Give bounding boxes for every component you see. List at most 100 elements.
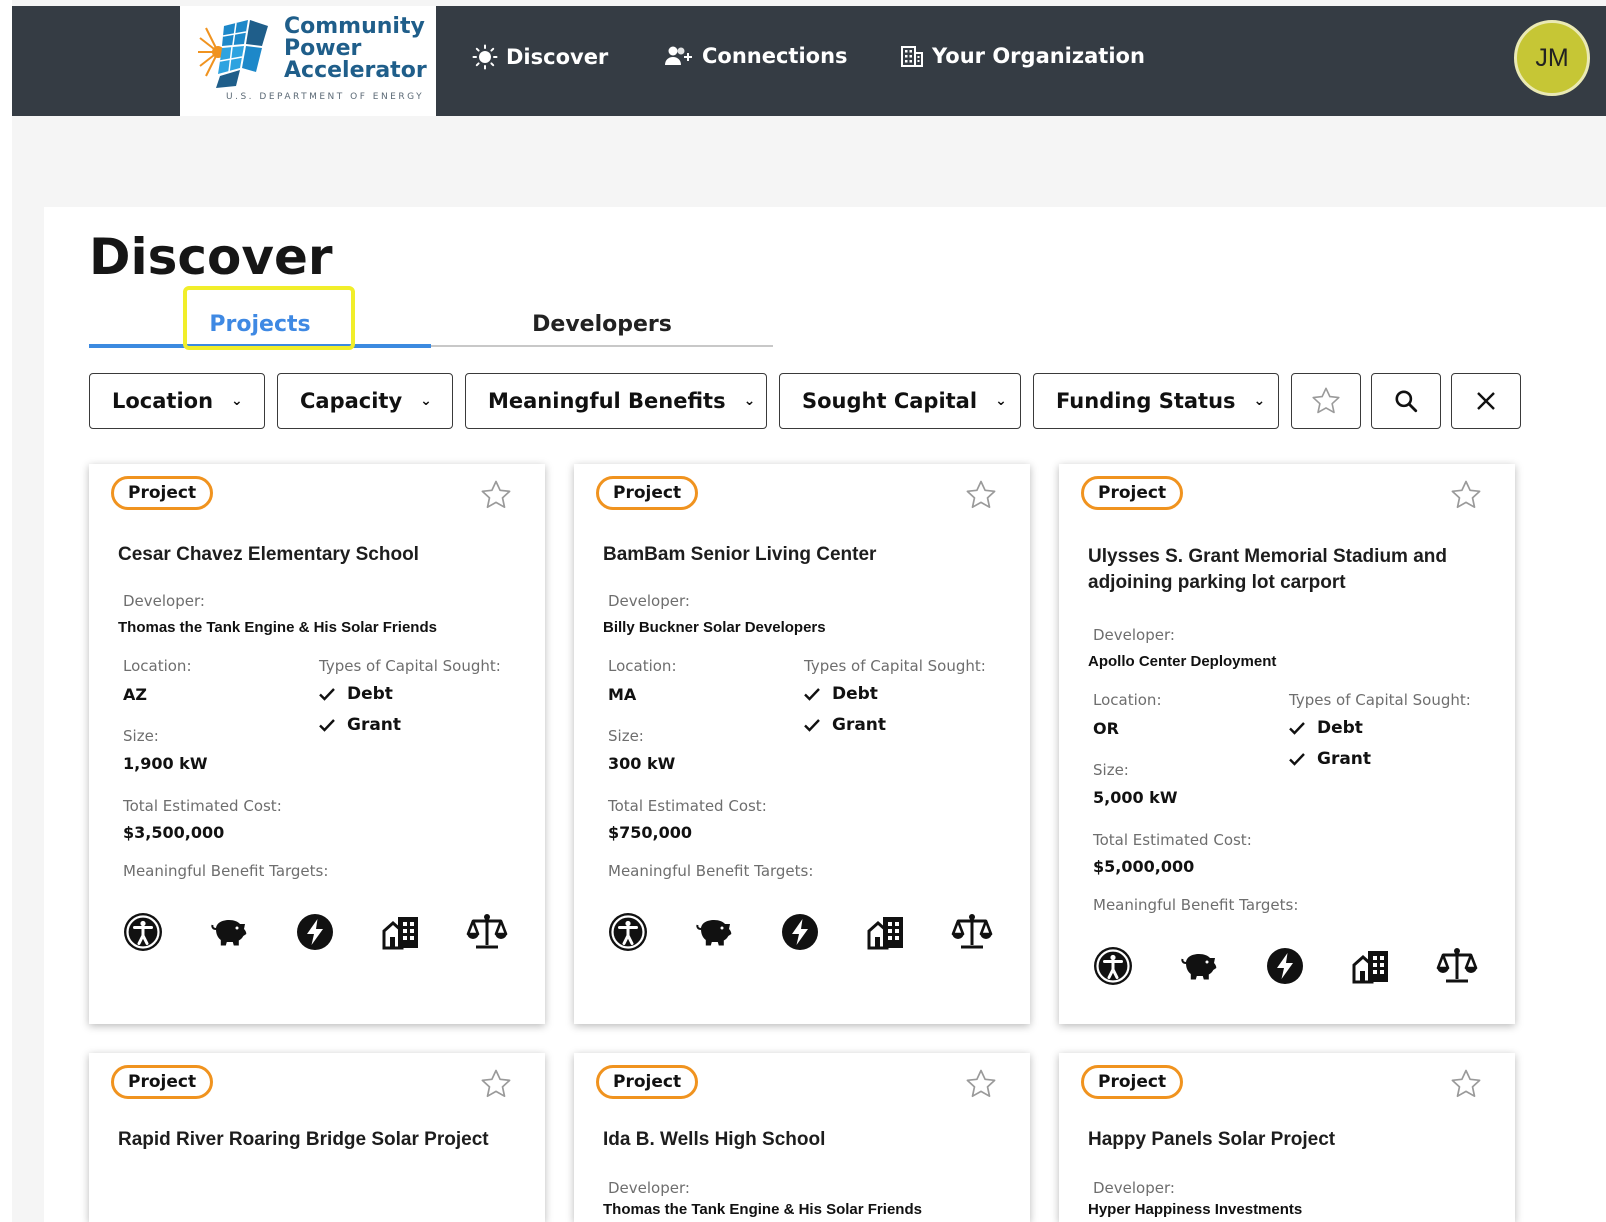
- project-badge: Project: [596, 1065, 699, 1099]
- capital-grant-label: Grant: [832, 715, 887, 735]
- piggy-bank-icon: [208, 911, 250, 953]
- favorite-star-icon[interactable]: [964, 478, 998, 512]
- nav-connections[interactable]: Connections: [664, 44, 848, 68]
- user-avatar[interactable]: JM: [1514, 20, 1590, 96]
- check-icon: [317, 715, 337, 735]
- developer-label: Developer:: [608, 1179, 690, 1197]
- project-card[interactable]: Project BamBam Senior Living Center Deve…: [574, 464, 1030, 1024]
- developer-name[interactable]: Billy Buckner Solar Developers: [603, 619, 826, 636]
- logo-line-3: Accelerator: [284, 58, 427, 83]
- favorite-star-icon[interactable]: [1449, 478, 1483, 512]
- community-building-icon: [865, 911, 907, 953]
- filter-meaningful-benefits[interactable]: Meaningful Benefits ⌄: [465, 373, 767, 429]
- logo-line-1: Community: [284, 14, 425, 39]
- favorite-star-icon[interactable]: [964, 1067, 998, 1101]
- capital-debt-label: Debt: [347, 684, 393, 704]
- check-icon: [802, 684, 822, 704]
- capital-types-label: Types of Capital Sought:: [319, 657, 501, 675]
- project-title-line-1: Ulysses S. Grant Memorial Stadium and: [1088, 546, 1447, 567]
- nav-discover-label: Discover: [506, 45, 609, 69]
- location-label: Location:: [608, 657, 677, 675]
- chevron-down-icon: ⌄: [420, 393, 432, 409]
- size-value: 5,000 kW: [1093, 788, 1178, 807]
- community-building-icon: [1350, 945, 1392, 987]
- nav-connections-label: Connections: [702, 44, 848, 68]
- justice-scale-icon: [1436, 945, 1478, 987]
- capital-types-label: Types of Capital Sought:: [1289, 691, 1471, 709]
- benefits-label: Meaningful Benefit Targets:: [123, 862, 329, 880]
- justice-scale-icon: [466, 911, 508, 953]
- project-card[interactable]: Project Cesar Chavez Elementary School D…: [89, 464, 545, 1024]
- capital-grant-label: Grant: [1317, 749, 1372, 769]
- capital-grant: Grant: [1287, 749, 1371, 769]
- filter-sought-capital-label: Sought Capital: [802, 389, 978, 413]
- developer-name[interactable]: Hyper Happiness Investments: [1088, 1201, 1302, 1218]
- favorite-star-icon[interactable]: [479, 1067, 513, 1101]
- benefit-icons: [1092, 945, 1478, 987]
- project-title[interactable]: Rapid River Roaring Bridge Solar Project: [118, 1127, 489, 1153]
- energy-bolt-icon: [1264, 945, 1306, 987]
- energy-bolt-icon: [294, 911, 336, 953]
- project-card[interactable]: Project Ulysses S. Grant Memorial Stadiu…: [1059, 464, 1515, 1024]
- developer-label: Developer:: [608, 592, 690, 610]
- favorite-star-icon[interactable]: [479, 478, 513, 512]
- community-power-accelerator-logo[interactable]: Community Power Accelerator U.S. DEPARTM…: [180, 6, 436, 116]
- project-card[interactable]: Project Rapid River Roaring Bridge Solar…: [89, 1053, 545, 1222]
- cost-label: Total Estimated Cost:: [123, 797, 282, 815]
- project-title-line-2: adjoining parking lot carport: [1088, 572, 1346, 593]
- search-button[interactable]: [1371, 373, 1441, 429]
- filter-capacity[interactable]: Capacity ⌄: [277, 373, 453, 429]
- filter-sought-capital[interactable]: Sought Capital ⌄: [779, 373, 1021, 429]
- check-icon: [317, 684, 337, 704]
- project-title[interactable]: Happy Panels Solar Project: [1088, 1127, 1335, 1153]
- capital-debt: Debt: [317, 684, 393, 704]
- cost-value: $5,000,000: [1093, 857, 1195, 876]
- developer-label: Developer:: [123, 592, 205, 610]
- accessibility-icon: [607, 911, 649, 953]
- filter-capacity-label: Capacity: [300, 389, 403, 413]
- developer-label: Developer:: [1093, 626, 1175, 644]
- favorite-star-icon[interactable]: [1449, 1067, 1483, 1101]
- project-title[interactable]: BamBam Senior Living Center: [603, 542, 876, 568]
- cost-value: $750,000: [608, 823, 693, 842]
- filter-location[interactable]: Location ⌄: [89, 373, 265, 429]
- logo-subtitle: U.S. DEPARTMENT OF ENERGY: [226, 92, 425, 102]
- piggy-bank-icon: [693, 911, 735, 953]
- favorites-filter-button[interactable]: [1291, 373, 1361, 429]
- logo-line-2: Power: [284, 36, 362, 61]
- project-card[interactable]: Project Ida B. Wells High School Develop…: [574, 1053, 1030, 1222]
- logo-mark-icon: [198, 20, 268, 88]
- nav-your-organization[interactable]: Your Organization: [900, 44, 1145, 68]
- project-badge: Project: [1081, 476, 1184, 510]
- capital-types-label: Types of Capital Sought:: [804, 657, 986, 675]
- project-badge: Project: [1081, 1065, 1184, 1099]
- projects-tab-highlight: [183, 286, 355, 350]
- check-icon: [1287, 718, 1307, 738]
- benefit-icons: [607, 911, 993, 953]
- project-title[interactable]: Ulysses S. Grant Memorial Stadium and ad…: [1088, 544, 1447, 596]
- location-label: Location:: [123, 657, 192, 675]
- capital-debt-label: Debt: [832, 684, 878, 704]
- tab-bar: Projects Developers: [89, 286, 773, 350]
- filter-meaningful-benefits-label: Meaningful Benefits: [488, 389, 726, 413]
- developer-name[interactable]: Thomas the Tank Engine & His Solar Frien…: [118, 619, 437, 636]
- project-card[interactable]: Project Happy Panels Solar Project Devel…: [1059, 1053, 1515, 1222]
- cost-label: Total Estimated Cost:: [608, 797, 767, 815]
- capital-debt: Debt: [802, 684, 878, 704]
- project-title[interactable]: Ida B. Wells High School: [603, 1127, 825, 1153]
- filter-funding-status[interactable]: Funding Status ⌄: [1033, 373, 1279, 429]
- tab-developers[interactable]: Developers: [431, 298, 773, 350]
- location-value: OR: [1093, 719, 1119, 738]
- project-title[interactable]: Cesar Chavez Elementary School: [118, 542, 419, 568]
- piggy-bank-icon: [1178, 945, 1220, 987]
- check-icon: [802, 715, 822, 735]
- location-value: MA: [608, 685, 637, 704]
- size-label: Size:: [123, 727, 159, 745]
- developer-name[interactable]: Apollo Center Deployment: [1088, 653, 1276, 670]
- capital-grant: Grant: [317, 715, 401, 735]
- nav-discover[interactable]: Discover: [472, 44, 608, 70]
- window-edge: [0, 0, 12, 1222]
- developer-name[interactable]: Thomas the Tank Engine & His Solar Frien…: [603, 1201, 922, 1218]
- clear-filters-button[interactable]: [1451, 373, 1521, 429]
- cost-value: $3,500,000: [123, 823, 225, 842]
